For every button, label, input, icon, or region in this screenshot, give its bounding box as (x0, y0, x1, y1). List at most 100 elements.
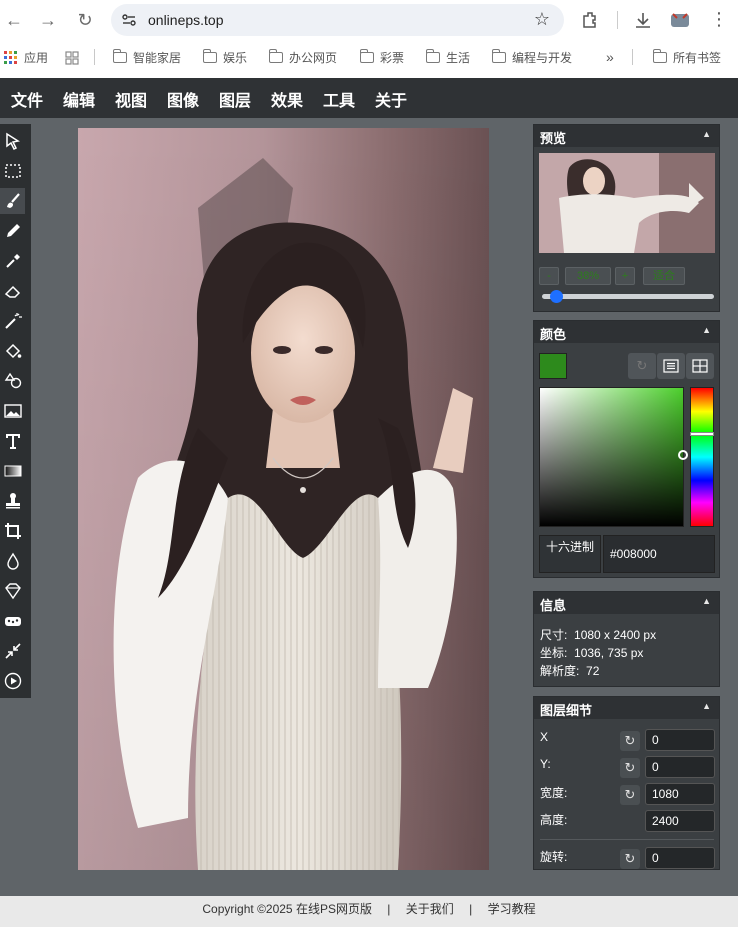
folder-icon (492, 49, 506, 63)
blur-drop-icon[interactable] (0, 548, 25, 574)
folder-icon (653, 49, 667, 63)
extensions-icon[interactable] (580, 10, 600, 30)
hue-slider-handle[interactable] (690, 432, 714, 436)
zoom-in-button[interactable]: + (615, 267, 635, 285)
site-settings-icon[interactable] (121, 12, 137, 28)
size-info: 尺寸: 1080 x 2400 px (540, 628, 657, 642)
zoom-out-button[interactable]: - (539, 267, 559, 285)
apps-grid-icon (4, 50, 17, 64)
menu-view[interactable]: 视图 (115, 87, 147, 111)
tab-groups-icon[interactable] (65, 51, 79, 65)
reset-width-icon[interactable]: ↻ (620, 785, 640, 805)
bookmarks-separator (632, 49, 633, 65)
panel-header[interactable]: 图层细节 ▲ (534, 697, 719, 719)
reset-x-icon[interactable]: ↻ (620, 731, 640, 751)
play-icon[interactable] (0, 668, 25, 694)
reload-icon[interactable]: ↻ (74, 9, 96, 31)
menu-file[interactable]: 文件 (11, 87, 43, 111)
menu-layer[interactable]: 图层 (219, 87, 251, 111)
info-panel: 信息 ▲ 尺寸: 1080 x 2400 px 坐标: 1036, 735 px … (533, 591, 720, 687)
reset-y-icon[interactable]: ↻ (620, 758, 640, 778)
reset-rotation-icon[interactable]: ↻ (620, 849, 640, 869)
bookmark-star-icon[interactable]: ☆ (534, 9, 550, 30)
divider (540, 839, 714, 840)
collapse-icon[interactable]: ▲ (702, 325, 711, 335)
preview-thumbnail[interactable] (539, 153, 715, 253)
shapes-icon[interactable] (0, 368, 25, 394)
image-icon[interactable] (0, 398, 25, 424)
rotation-input[interactable]: 0 (645, 847, 715, 869)
select-arrow-icon[interactable] (0, 128, 25, 154)
menu-about[interactable]: 关于 (375, 87, 407, 111)
gradient-icon[interactable] (0, 458, 25, 484)
color-grid-icon[interactable] (686, 353, 714, 379)
hex-input[interactable]: #008000 (603, 535, 715, 573)
address-bar[interactable]: onlineps.top ☆ (111, 4, 564, 36)
color-saturation-picker[interactable] (539, 387, 688, 527)
bookmark-folder[interactable]: 娱乐 (203, 49, 247, 66)
bookmark-folder[interactable]: 办公网页 (269, 49, 337, 66)
copyright-text: Copyright ©2025 在线PS网页版 (202, 902, 372, 916)
tools-palette (0, 124, 31, 698)
width-input[interactable]: 1080 (645, 783, 715, 805)
image-canvas[interactable] (78, 128, 489, 870)
back-icon[interactable]: ← (3, 9, 25, 31)
coordinates-info: 坐标: 1036, 735 px (540, 646, 644, 660)
bookmark-folder[interactable]: 生活 (426, 49, 470, 66)
menu-image[interactable]: 图像 (167, 87, 199, 111)
sponge-icon[interactable] (0, 608, 25, 634)
download-icon[interactable] (633, 10, 653, 30)
collapse-icon[interactable]: ▲ (702, 596, 711, 606)
panel-header[interactable]: 信息 ▲ (534, 592, 719, 614)
menu-tools[interactable]: 工具 (323, 87, 355, 111)
bookmark-apps[interactable]: 应用 (4, 49, 48, 66)
rect-select-icon[interactable] (0, 158, 25, 184)
forward-icon[interactable]: → (37, 9, 59, 31)
panel-title: 图层细节 (540, 703, 593, 718)
color-picker-handle[interactable] (678, 450, 688, 460)
color-reset-icon[interactable]: ↻ (628, 353, 656, 379)
bookmark-folder[interactable]: 彩票 (360, 49, 404, 66)
magic-wand-icon[interactable] (0, 308, 25, 334)
profile-avatar-icon[interactable] (669, 10, 691, 30)
height-input[interactable]: 2400 (645, 810, 715, 832)
crop-icon[interactable] (0, 518, 25, 544)
bookmark-folder[interactable]: 编程与开发 (492, 49, 572, 66)
bookmarks-separator (94, 49, 95, 65)
text-icon[interactable] (0, 428, 25, 454)
eyedropper-icon[interactable] (0, 248, 25, 274)
bookmarks-overflow-icon[interactable]: » (606, 49, 614, 65)
about-link[interactable]: 关于我们 (406, 902, 454, 916)
more-menu-icon[interactable]: ⋮ (710, 9, 728, 30)
brush-icon[interactable] (0, 188, 25, 214)
x-input[interactable]: 0 (645, 729, 715, 751)
panel-header[interactable]: 预览 ▲ (534, 125, 719, 147)
panel-header[interactable]: 颜色 ▲ (534, 321, 719, 343)
rotation-label: 旋转: (540, 850, 568, 864)
preview-panel: 预览 ▲ - 38% + 适合 (533, 124, 720, 312)
color-list-icon[interactable] (657, 353, 685, 379)
menu-edit[interactable]: 编辑 (63, 87, 95, 111)
current-color-swatch[interactable] (539, 353, 567, 379)
zoom-fit-button[interactable]: 适合 (643, 267, 685, 285)
all-bookmarks-folder[interactable]: 所有书签 (653, 49, 721, 66)
resize-icon[interactable] (0, 638, 25, 664)
collapse-icon[interactable]: ▲ (702, 701, 711, 711)
collapse-icon[interactable]: ▲ (702, 129, 711, 139)
menu-effects[interactable]: 效果 (271, 87, 303, 111)
y-input[interactable]: 0 (645, 756, 715, 778)
tutorial-link[interactable]: 学习教程 (488, 902, 536, 916)
zoom-slider-thumb[interactable] (550, 290, 563, 303)
fill-bucket-icon[interactable] (0, 338, 25, 364)
zoom-slider[interactable] (542, 290, 714, 303)
bookmark-folder[interactable]: 智能家居 (113, 49, 181, 66)
zoom-value-field[interactable]: 38% (565, 267, 611, 285)
hue-slider[interactable] (690, 387, 714, 527)
stamp-icon[interactable] (0, 488, 25, 514)
pencil-icon[interactable] (0, 218, 25, 244)
eraser-icon[interactable] (0, 278, 25, 304)
url-text: onlineps.top (148, 12, 224, 28)
folder-icon (203, 49, 217, 63)
bookmark-label: 编程与开发 (512, 51, 573, 65)
sharpen-icon[interactable] (0, 578, 25, 604)
